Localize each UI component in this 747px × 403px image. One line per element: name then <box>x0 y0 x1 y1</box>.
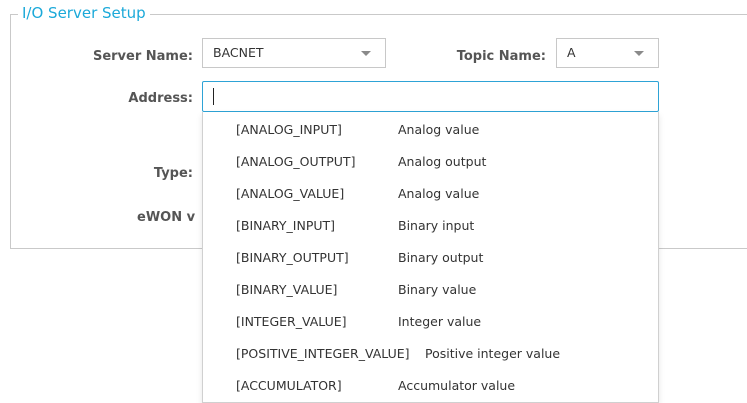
option-code: [BINARY_OUTPUT] <box>236 250 349 265</box>
server-name-select[interactable]: BACNET <box>202 38 386 68</box>
option-description: Accumulator value <box>398 378 516 393</box>
server-name-value: BACNET <box>213 45 264 60</box>
option-code: [ACCUMULATOR] <box>236 378 342 393</box>
option-description: Analog value <box>398 122 480 137</box>
option-description: Binary output <box>398 250 484 265</box>
dropdown-option[interactable]: [POSITIVE_INTEGER_VALUE] Positive intege… <box>203 338 658 370</box>
dropdown-option[interactable]: [ANALOG_OUTPUT] Analog output <box>203 146 658 178</box>
caret-down-icon <box>361 51 371 56</box>
dropdown-option[interactable]: [BINARY_INPUT] Binary input <box>203 210 658 242</box>
dropdown-option[interactable]: [ANALOG_INPUT] Analog value <box>203 114 658 146</box>
ewon-label: eWON v <box>137 210 196 225</box>
topic-name-select[interactable]: A <box>556 38 659 68</box>
type-label: Type: <box>153 166 193 181</box>
option-description: Integer value <box>398 314 482 329</box>
option-code: [ANALOG_VALUE] <box>236 186 345 201</box>
address-label: Address: <box>128 91 193 106</box>
server-name-label: Server Name: <box>92 49 193 64</box>
address-dropdown: [ANALOG_INPUT] Analog value [ANALOG_OUTP… <box>202 112 659 403</box>
address-input[interactable] <box>202 81 659 112</box>
option-description: Analog output <box>398 154 487 169</box>
option-description: Binary input <box>398 218 475 233</box>
option-code: [POSITIVE_INTEGER_VALUE] <box>236 346 410 361</box>
option-description: Analog value <box>398 186 480 201</box>
text-cursor <box>213 88 214 105</box>
option-code: [ANALOG_OUTPUT] <box>236 154 356 169</box>
option-code: [BINARY_VALUE] <box>236 282 338 297</box>
dropdown-option[interactable]: [INTEGER_VALUE] Integer value <box>203 306 658 338</box>
option-description: Positive integer value <box>425 346 561 361</box>
topic-name-label: Topic Name: <box>456 49 546 64</box>
section-legend: I/O Server Setup <box>18 3 150 23</box>
option-code: [BINARY_INPUT] <box>236 218 336 233</box>
option-code: [INTEGER_VALUE] <box>236 314 347 329</box>
option-description: Binary value <box>398 282 477 297</box>
dropdown-option[interactable]: [BINARY_OUTPUT] Binary output <box>203 242 658 274</box>
caret-down-icon <box>634 51 644 56</box>
dropdown-option[interactable]: [ANALOG_VALUE] Analog value <box>203 178 658 210</box>
dropdown-option[interactable]: [BINARY_VALUE] Binary value <box>203 274 658 306</box>
option-code: [ANALOG_INPUT] <box>236 122 342 137</box>
dropdown-option[interactable]: [ACCUMULATOR] Accumulator value <box>203 370 658 402</box>
topic-name-value: A <box>567 45 576 60</box>
